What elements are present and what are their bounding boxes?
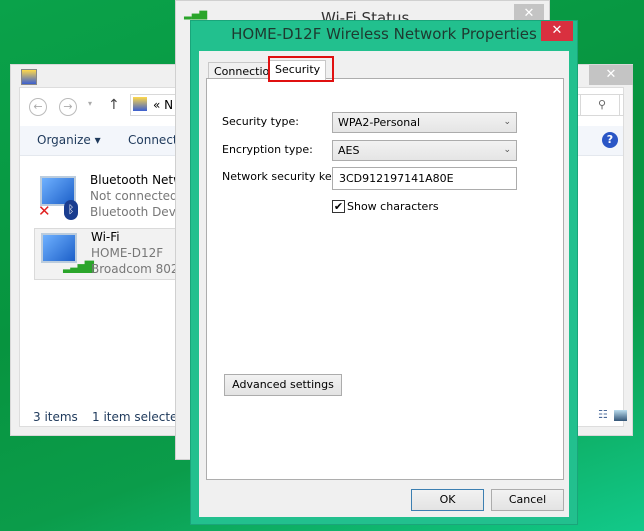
show-characters-label[interactable]: Show characters bbox=[347, 200, 439, 213]
cancel-button[interactable]: Cancel bbox=[491, 489, 564, 511]
details-view-icon[interactable]: ☷ bbox=[598, 408, 608, 421]
chevron-down-icon: ⌄ bbox=[503, 117, 511, 127]
security-type-value: WPA2-Personal bbox=[338, 116, 421, 129]
disconnected-x-icon: ✕ bbox=[38, 202, 51, 220]
organize-menu[interactable]: Organize ▾ bbox=[37, 133, 101, 147]
large-icons-view-icon[interactable] bbox=[614, 410, 627, 421]
network-folder-icon bbox=[133, 97, 147, 111]
item-count: 3 items bbox=[33, 410, 78, 424]
up-button[interactable]: ↑ bbox=[108, 97, 120, 113]
network-folder-icon bbox=[21, 69, 37, 85]
key-label: Network security key bbox=[222, 170, 339, 183]
security-key-input[interactable] bbox=[332, 167, 517, 190]
close-button[interactable]: ✕ bbox=[589, 65, 633, 85]
back-button[interactable]: ← bbox=[29, 98, 47, 116]
security-tab-panel: Security type: WPA2-Personal ⌄ Encryption… bbox=[206, 78, 564, 480]
advanced-settings-button[interactable]: Advanced settings bbox=[224, 374, 342, 396]
signal-bars-icon: ▂▃▅▇ bbox=[63, 259, 94, 273]
encryption-type-value: AES bbox=[338, 144, 360, 157]
security-type-select[interactable]: WPA2-Personal ⌄ bbox=[332, 112, 517, 133]
encryption-type-select[interactable]: AES ⌄ bbox=[332, 140, 517, 161]
security-type-label: Security type: bbox=[222, 115, 299, 128]
help-icon[interactable]: ? bbox=[602, 132, 618, 148]
connect-menu[interactable]: Connect bbox=[128, 133, 178, 147]
wireless-properties-dialog: HOME-D12F Wireless Network Properties ✕ … bbox=[190, 20, 578, 525]
search-icon[interactable]: ⚲ bbox=[580, 94, 624, 116]
close-button[interactable]: ✕ bbox=[541, 21, 573, 41]
recent-dropdown-icon[interactable]: ▾ bbox=[88, 99, 92, 108]
encryption-type-label: Encryption type: bbox=[222, 143, 313, 156]
dialog-title: HOME-D12F Wireless Network Properties bbox=[231, 25, 537, 43]
forward-button[interactable]: → bbox=[59, 98, 77, 116]
bluetooth-icon: ᛒ bbox=[64, 200, 78, 220]
ok-button[interactable]: OK bbox=[411, 489, 484, 511]
show-characters-checkbox[interactable]: ✔ bbox=[332, 200, 345, 213]
signal-icon: ▂▄▆ bbox=[184, 9, 208, 20]
breadcrumb[interactable]: « N bbox=[153, 98, 173, 112]
highlight-box bbox=[268, 56, 334, 82]
chevron-down-icon: ⌄ bbox=[503, 145, 511, 155]
selected-count: 1 item selected bbox=[92, 410, 186, 424]
